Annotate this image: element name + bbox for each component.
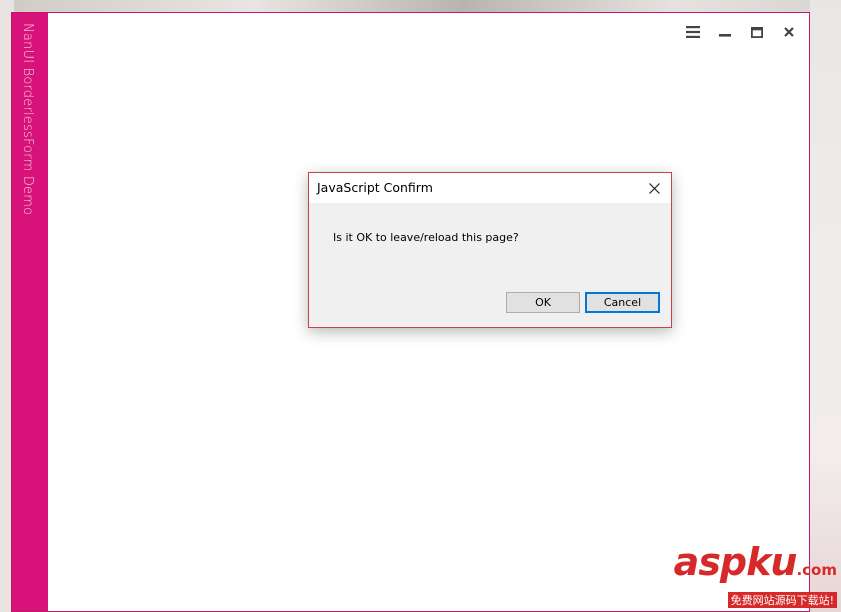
window-controls [681, 23, 801, 41]
desktop-background-right [810, 0, 841, 612]
minimize-button[interactable] [713, 23, 737, 41]
window-sidebar: NanUI BorderlessForm Demo [12, 13, 48, 611]
dialog-message: Is it OK to leave/reload this page? [333, 231, 519, 244]
watermark-logo-text: aspku [673, 540, 798, 584]
dialog-titlebar: JavaScript Confirm [309, 173, 671, 203]
confirm-dialog: JavaScript Confirm Is it OK to leave/rel… [308, 172, 672, 328]
dialog-title: JavaScript Confirm [317, 180, 433, 195]
menu-button[interactable] [681, 23, 705, 41]
hamburger-menu-icon [686, 26, 700, 38]
cancel-button[interactable]: Cancel [585, 292, 660, 313]
watermark: aspku.com 免费网站源码下载站! [674, 543, 837, 608]
dialog-close-button[interactable] [643, 178, 665, 198]
close-icon [648, 182, 660, 194]
maximize-icon [751, 26, 763, 38]
watermark-domain: .com [796, 561, 837, 579]
close-button[interactable] [777, 23, 801, 41]
close-icon [784, 27, 794, 37]
maximize-button[interactable] [745, 23, 769, 41]
minimize-icon [719, 34, 731, 37]
window-title: NanUI BorderlessForm Demo [20, 23, 35, 216]
ok-button[interactable]: OK [506, 292, 580, 313]
watermark-tagline: 免费网站源码下载站! [727, 592, 837, 608]
desktop-background-top [0, 0, 841, 12]
watermark-logo: aspku.com [674, 543, 837, 589]
